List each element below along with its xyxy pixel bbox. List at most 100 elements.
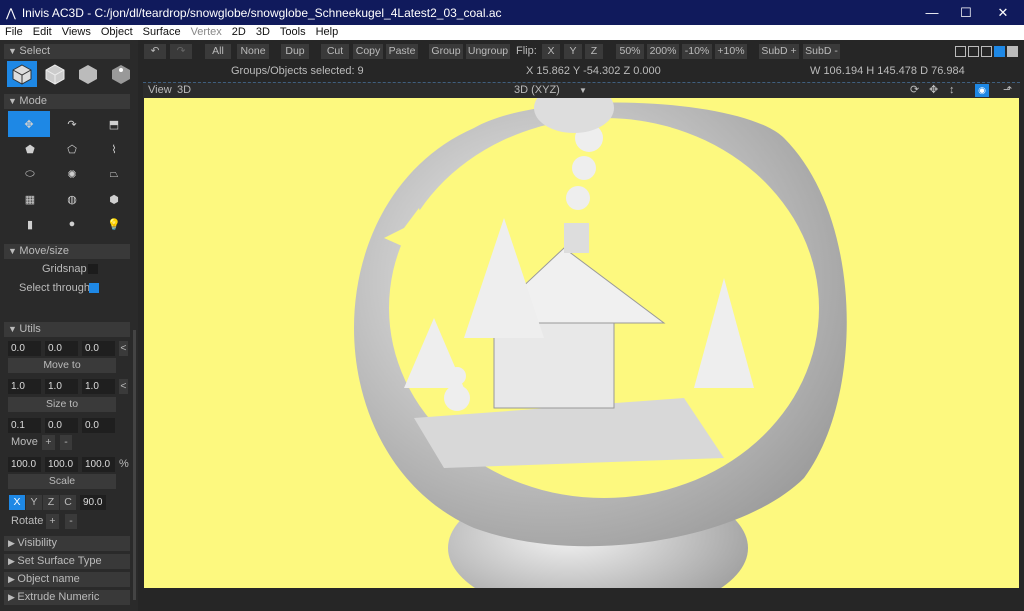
sphere-tool-icon[interactable]: ●	[57, 211, 87, 237]
polyline-tool-icon[interactable]: ⬠	[57, 136, 87, 162]
reset-view-icon[interactable]: ⟳	[910, 83, 919, 98]
cylinder-tool-icon[interactable]: ▮	[15, 211, 45, 237]
layout-quad-icon[interactable]	[1007, 46, 1018, 57]
view-menu[interactable]: View	[148, 83, 172, 98]
flip-x-button[interactable]: X	[542, 44, 560, 59]
object-name-section-header[interactable]: Object name	[4, 572, 130, 587]
menu-2d[interactable]: 2D	[227, 25, 251, 40]
layout-topright-icon[interactable]	[968, 46, 979, 57]
mode-section-header[interactable]: Mode	[4, 94, 130, 109]
extrude-numeric-section-header[interactable]: Extrude Numeric	[4, 590, 130, 605]
select-section-header[interactable]: Select	[4, 44, 130, 59]
disc-tool-icon[interactable]: ✺	[57, 161, 87, 187]
zoom-icon[interactable]: ↕	[949, 83, 955, 98]
select-all-button[interactable]: All	[205, 44, 231, 59]
get-size-button[interactable]: <	[119, 379, 128, 394]
layout-bottomleft-icon[interactable]	[981, 46, 992, 57]
scale-x-input[interactable]: 100.0	[8, 457, 41, 472]
zoom-200-button[interactable]: 200%	[647, 44, 679, 59]
move-mode-icon[interactable]: ✥	[8, 111, 50, 137]
axis-y-toggle[interactable]: Y	[26, 495, 42, 510]
scale-z-input[interactable]: 100.0	[82, 457, 115, 472]
axis-c-toggle[interactable]: C	[60, 495, 76, 510]
menu-vertex[interactable]: Vertex	[186, 25, 227, 40]
spline-tool-icon[interactable]: ⌇	[99, 136, 129, 162]
select-none-button[interactable]: None	[237, 44, 269, 59]
axis-z-toggle[interactable]: Z	[43, 495, 59, 510]
panel-scrollbar[interactable]	[133, 330, 136, 600]
size-z-input[interactable]: 1.0	[82, 379, 115, 394]
menu-object[interactable]: Object	[96, 25, 138, 40]
get-position-button[interactable]: <	[119, 341, 128, 356]
move-to-button[interactable]: Move to	[8, 358, 116, 373]
rotate-minus-button[interactable]: -	[65, 514, 77, 529]
zoom-minus10-button[interactable]: -10%	[682, 44, 712, 59]
size-x-input[interactable]: 1.0	[8, 379, 41, 394]
layout-bottomright-icon[interactable]	[994, 46, 1005, 57]
menu-help[interactable]: Help	[311, 25, 344, 40]
rectangle-tool-icon[interactable]: ⏢	[99, 161, 129, 187]
select-vertex-icon[interactable]	[106, 61, 136, 87]
group-button[interactable]: Group	[429, 44, 463, 59]
extrude-mode-icon[interactable]: ⬒	[99, 111, 129, 137]
select-through-checkbox[interactable]	[89, 283, 99, 293]
move-y-input[interactable]: 0.0	[45, 341, 78, 356]
rotate-angle-input[interactable]: 90.0	[80, 495, 106, 510]
subd-plus-button[interactable]: SubD +	[759, 44, 799, 59]
move-minus-button[interactable]: -	[60, 435, 72, 450]
move-plus-button[interactable]: +	[42, 435, 55, 450]
menu-tools[interactable]: Tools	[275, 25, 311, 40]
mesh-tool-icon[interactable]: ▦	[15, 186, 45, 212]
maximize-button[interactable]: ☐	[949, 0, 983, 25]
paste-button[interactable]: Paste	[386, 44, 418, 59]
move-z-input[interactable]: 0.0	[82, 341, 115, 356]
flip-y-button[interactable]: Y	[564, 44, 582, 59]
cut-button[interactable]: Cut	[321, 44, 349, 59]
menu-edit[interactable]: Edit	[28, 25, 57, 40]
redo-button[interactable]: ↷	[170, 44, 192, 59]
duplicate-button[interactable]: Dup	[281, 44, 309, 59]
rotate-mode-icon[interactable]: ↷	[57, 111, 87, 137]
scale-y-input[interactable]: 100.0	[45, 457, 78, 472]
axis-x-toggle[interactable]: X	[9, 495, 25, 510]
chevron-down-icon[interactable]: ▼	[579, 83, 587, 98]
size-y-input[interactable]: 1.0	[45, 379, 78, 394]
geosphere-tool-icon[interactable]: ◍	[57, 186, 87, 212]
pan-icon[interactable]: ✥	[929, 83, 938, 98]
menu-surface[interactable]: Surface	[138, 25, 186, 40]
flip-z-button[interactable]: Z	[585, 44, 603, 59]
surface-type-section-header[interactable]: Set Surface Type	[4, 554, 130, 569]
utils-section-header[interactable]: Utils	[4, 322, 130, 337]
gridsnap-checkbox[interactable]	[88, 264, 98, 274]
eye-icon[interactable]: ◉	[975, 84, 989, 97]
menu-file[interactable]: File	[0, 25, 28, 40]
menu-3d[interactable]: 3D	[251, 25, 275, 40]
layout-single-icon[interactable]	[955, 46, 966, 57]
light-tool-icon[interactable]: 💡	[99, 211, 129, 237]
select-surface-icon[interactable]	[73, 61, 103, 87]
visibility-section-header[interactable]: Visibility	[4, 536, 130, 551]
select-object-icon[interactable]	[40, 61, 70, 87]
rotate-plus-button[interactable]: +	[46, 514, 59, 529]
copy-button[interactable]: Copy	[353, 44, 383, 59]
3d-viewport[interactable]	[144, 98, 1019, 588]
zoom-plus10-button[interactable]: +10%	[715, 44, 747, 59]
box-tool-icon[interactable]: ⬢	[99, 186, 129, 212]
ellipse-tool-icon[interactable]: ⬭	[15, 161, 45, 187]
menu-views[interactable]: Views	[57, 25, 96, 40]
size-to-button[interactable]: Size to	[8, 397, 116, 412]
subd-minus-button[interactable]: SubD -	[803, 44, 840, 59]
step-y-input[interactable]: 0.0	[45, 418, 78, 433]
projection-dropdown[interactable]: 3D (XYZ)	[514, 83, 560, 98]
maximize-view-icon[interactable]: ⬏	[1003, 83, 1012, 98]
undo-button[interactable]: ↶	[144, 44, 166, 59]
select-group-icon[interactable]	[7, 61, 37, 87]
movesize-section-header[interactable]: Move/size	[4, 244, 130, 259]
move-x-input[interactable]: 0.0	[8, 341, 41, 356]
ungroup-button[interactable]: Ungroup	[466, 44, 510, 59]
polygon-tool-icon[interactable]: ⬟	[15, 136, 45, 162]
close-button[interactable]: ✕	[986, 0, 1020, 25]
scale-button[interactable]: Scale	[8, 474, 116, 489]
step-x-input[interactable]: 0.1	[8, 418, 41, 433]
zoom-50-button[interactable]: 50%	[616, 44, 644, 59]
